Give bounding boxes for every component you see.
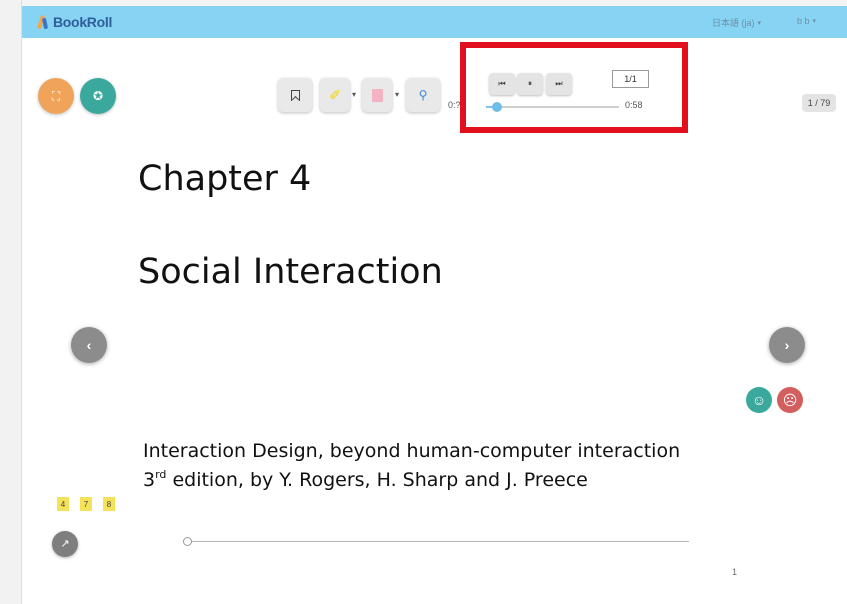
highlight-frame (460, 42, 688, 133)
book-reference: Interaction Design, beyond human-compute… (143, 437, 680, 495)
book-edition-line: 3rd edition, by Y. Rogers, H. Sharp and … (143, 468, 588, 491)
arrow-expand-icon: ↗ (60, 537, 70, 550)
top-navigation-bar: BookRoll 日本語 (ja) ▾ b b ▾ (22, 6, 847, 38)
chevron-down-icon: ▾ (757, 19, 762, 27)
expand-button[interactable]: ↗ (52, 531, 78, 557)
bookroll-viewer: BookRoll 日本語 (ja) ▾ b b ▾ ⛶ ✪ ✐ ▾ ▾ ⚲ ⏮ … (0, 0, 847, 604)
brand-name: BookRoll (53, 14, 113, 30)
search-button[interactable]: ⚲ (406, 78, 440, 112)
memo-tag[interactable]: 7 (80, 497, 92, 511)
smile-icon: ☺ (751, 392, 767, 408)
timeline-start-marker[interactable] (183, 537, 192, 546)
book-title-line: Interaction Design, beyond human-compute… (143, 440, 681, 462)
bookmark-icon (290, 89, 300, 101)
chevron-right-icon: › (784, 337, 790, 353)
star-icon: ✪ (92, 89, 104, 103)
user-label: b b (797, 16, 810, 26)
chevron-left-icon: ‹ (86, 337, 92, 353)
highlighter-icon: ✐ (329, 87, 341, 103)
search-icon: ⚲ (418, 88, 428, 102)
fullscreen-icon: ⛶ (51, 89, 61, 103)
memo-tag-list: 4 7 8 (57, 497, 115, 511)
highlight-options-dropdown[interactable]: ▾ (352, 90, 356, 99)
highlight-button[interactable]: ✐ (320, 78, 350, 112)
slide-timeline[interactable] (184, 541, 689, 542)
next-page-button[interactable]: › (769, 327, 805, 363)
memo-tag[interactable]: 4 (57, 497, 69, 511)
favorite-button[interactable]: ✪ (80, 78, 116, 114)
window-left-edge (0, 0, 22, 604)
fullscreen-button[interactable]: ⛶ (38, 78, 74, 114)
page-indicator: 1 / 79 (802, 94, 836, 112)
brand-logo[interactable]: BookRoll (36, 13, 112, 31)
slide-subtitle: Social Interaction (138, 252, 443, 292)
bookroll-logo-icon (36, 13, 50, 31)
frown-icon: ☹ (782, 392, 798, 408)
language-label: 日本語 (ja) (712, 18, 755, 28)
understood-button[interactable]: ☺ (746, 387, 772, 413)
memo-button[interactable] (362, 78, 392, 112)
memo-icon (371, 88, 383, 102)
bookmark-button[interactable] (278, 78, 312, 112)
previous-page-button[interactable]: ‹ (71, 327, 107, 363)
memo-tag[interactable]: 8 (103, 497, 115, 511)
not-understood-button[interactable]: ☹ (777, 387, 803, 413)
chevron-down-icon: ▾ (812, 18, 817, 25)
user-menu[interactable]: b b ▾ (797, 16, 816, 26)
language-menu[interactable]: 日本語 (ja) ▾ (712, 16, 761, 29)
slide-number: 1 (732, 567, 738, 577)
slide-title: Chapter 4 (138, 159, 312, 199)
memo-options-dropdown[interactable]: ▾ (395, 90, 399, 99)
